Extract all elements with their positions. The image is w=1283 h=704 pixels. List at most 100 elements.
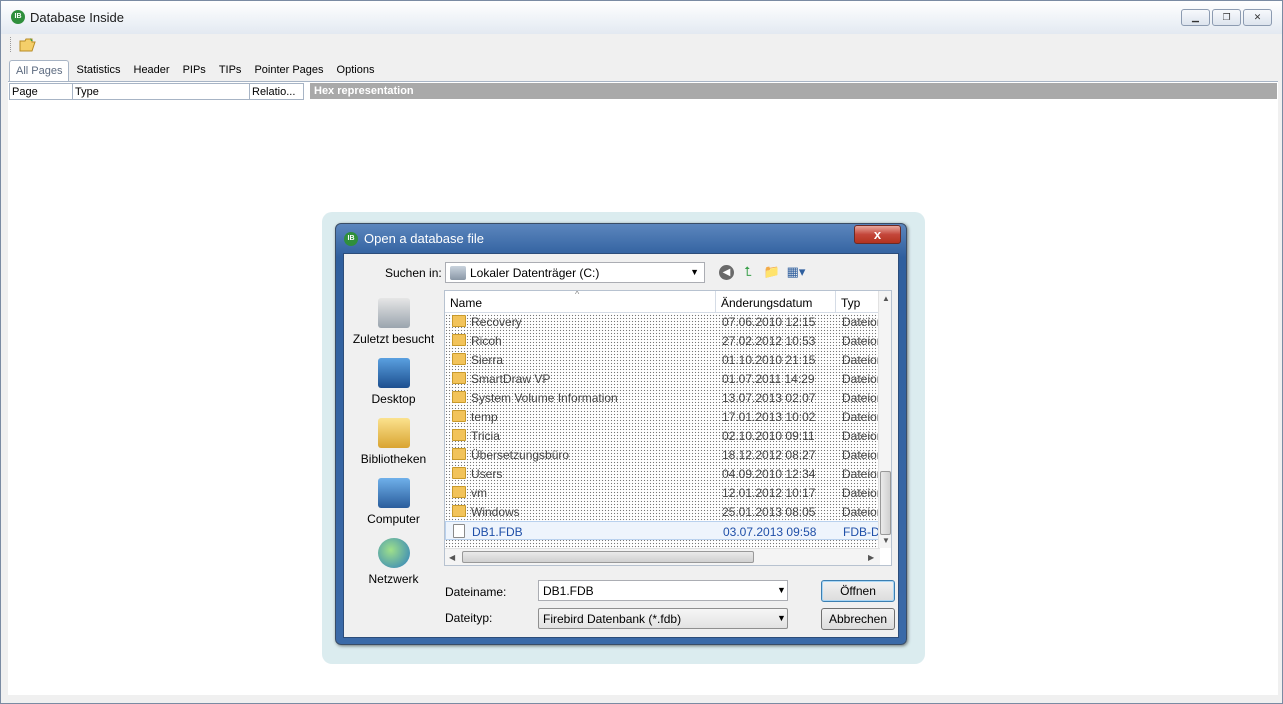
- scroll-left-icon[interactable]: ◀: [449, 553, 455, 562]
- file-type: Dateior: [842, 315, 880, 329]
- horizontal-scroll-thumb[interactable]: [462, 551, 754, 563]
- close-button[interactable]: ✕: [1243, 9, 1272, 26]
- folder-icon: [452, 334, 466, 346]
- folder-row[interactable]: Ricoh 27.02.2012 10:53 Dateior: [445, 331, 880, 350]
- tab-statistics[interactable]: Statistics: [69, 60, 126, 81]
- file-list: Name ^ Änderungsdatum Typ Recovery 07.06.…: [444, 290, 892, 566]
- open-button[interactable]: Öffnen: [821, 580, 895, 602]
- column-name-label: Name: [450, 296, 483, 310]
- folder-row[interactable]: temp 17.01.2013 10:02 Dateior: [445, 407, 880, 426]
- view-menu-icon[interactable]: ▦▾: [786, 263, 806, 281]
- file-type: Dateior: [842, 429, 880, 443]
- file-rows: Recovery 07.06.2010 12:15 Dateior Ricoh 27.0…: [445, 312, 881, 548]
- folder-row[interactable]: vm 12.01.2012 10:17 Dateior: [445, 483, 880, 502]
- libraries-icon: [377, 418, 410, 448]
- place-recent[interactable]: Zuletzt besucht: [347, 298, 440, 346]
- folder-row[interactable]: Recovery 07.06.2010 12:15 Dateior: [445, 312, 880, 331]
- sort-ascending-icon: ^: [575, 290, 580, 299]
- scroll-right-icon[interactable]: ▶: [868, 553, 874, 562]
- chevron-down-icon[interactable]: ▼: [690, 267, 699, 277]
- app-logo-icon: IB: [11, 10, 25, 24]
- place-label: Computer: [367, 512, 420, 526]
- computer-icon: [377, 478, 410, 508]
- file-type: Dateior: [842, 467, 880, 481]
- open-folder-icon[interactable]: [19, 37, 37, 52]
- places-bar: Zuletzt besucht Desktop Bibliotheken Com…: [347, 290, 440, 610]
- look-in-dropdown[interactable]: Lokaler Datenträger (C:) ▼: [445, 262, 705, 283]
- tab-tips[interactable]: TIPs: [212, 60, 248, 81]
- file-date: 18.12.2012 08:27: [722, 448, 816, 462]
- dialog-close-button[interactable]: x: [854, 225, 901, 244]
- file-date: 27.02.2012 10:53: [722, 334, 816, 348]
- pages-grid-header: Page Type Relatio...: [9, 83, 304, 100]
- file-date: 01.10.2010 21:15: [722, 353, 816, 367]
- tab-header[interactable]: Header: [127, 60, 176, 81]
- folder-row[interactable]: SmartDraw VP 01.07.2011 14:29 Dateior: [445, 369, 880, 388]
- folder-row[interactable]: Tricia 02.10.2010 09:11 Dateior: [445, 426, 880, 445]
- place-desktop[interactable]: Desktop: [347, 358, 440, 406]
- cancel-button[interactable]: Abbrechen: [821, 608, 895, 630]
- folder-row[interactable]: Users 04.09.2010 12:34 Dateior: [445, 464, 880, 483]
- file-type: Dateior: [842, 334, 880, 348]
- horizontal-scrollbar[interactable]: ◀ ▶: [445, 548, 880, 565]
- filetype-select[interactable]: Firebird Datenbank (*.fdb): [538, 608, 788, 629]
- file-date: 04.09.2010 12:34: [722, 467, 816, 481]
- column-page[interactable]: Page: [10, 84, 73, 99]
- place-label: Zuletzt besucht: [352, 332, 435, 346]
- file-date: 25.01.2013 08:05: [722, 505, 816, 519]
- title-bar[interactable]: IB Database Inside ▁ ❐ ✕: [1, 1, 1282, 34]
- toolbar-grip-icon[interactable]: [10, 37, 13, 52]
- tab-options[interactable]: Options: [330, 60, 381, 81]
- folder-row[interactable]: Übersetzungsbüro 18.12.2012 08:27 Dateior: [445, 445, 880, 464]
- folder-icon: [452, 353, 466, 365]
- dialog-body: Suchen in: Lokaler Datenträger (C:) ▼ ◀ …: [343, 253, 899, 638]
- file-type: Dateior: [842, 448, 880, 462]
- column-date[interactable]: Änderungsdatum: [716, 291, 836, 313]
- look-in-value: Lokaler Datenträger (C:): [470, 266, 600, 280]
- filetype-label: Dateityp:: [445, 611, 493, 625]
- up-folder-icon[interactable]: ⮤: [738, 263, 758, 281]
- column-type[interactable]: Typ: [836, 291, 880, 313]
- file-icon: [453, 524, 465, 538]
- file-list-header: Name ^ Änderungsdatum Typ: [445, 291, 880, 313]
- recent-places-icon: [377, 298, 410, 328]
- folder-icon: [452, 505, 466, 517]
- file-name: SmartDraw VP: [471, 372, 551, 386]
- hex-representation-header: Hex representation: [310, 83, 1277, 99]
- file-date: 17.01.2013 10:02: [722, 410, 816, 424]
- file-date: 01.07.2011 14:29: [722, 372, 815, 386]
- place-computer[interactable]: Computer: [347, 478, 440, 526]
- file-type: Dateior: [842, 353, 880, 367]
- folder-row[interactable]: System Volume Information 13.07.2013 02:0…: [445, 388, 880, 407]
- folder-row[interactable]: Windows 25.01.2013 08:05 Dateior: [445, 502, 880, 521]
- minimize-button[interactable]: ▁: [1181, 9, 1210, 26]
- new-folder-icon[interactable]: 📁: [762, 263, 782, 281]
- column-relation[interactable]: Relatio...: [250, 84, 303, 99]
- maximize-button[interactable]: ❐: [1212, 9, 1241, 26]
- tab-pips[interactable]: PIPs: [176, 60, 212, 81]
- window-title: Database Inside: [30, 10, 124, 25]
- scroll-up-icon[interactable]: ▲: [882, 294, 890, 303]
- file-date: 13.07.2013 02:07: [722, 391, 816, 405]
- place-network[interactable]: Netzwerk: [347, 538, 440, 586]
- tab-all-pages[interactable]: All Pages: [9, 60, 70, 81]
- tab-bar: All Pages Statistics Header PIPs TIPs Po…: [9, 60, 380, 81]
- tab-pointer-pages[interactable]: Pointer Pages: [247, 60, 329, 81]
- desktop-icon: [377, 358, 410, 388]
- vertical-scroll-thumb[interactable]: [880, 471, 891, 535]
- place-label: Desktop: [371, 392, 416, 406]
- file-date: 07.06.2010 12:15: [722, 315, 816, 329]
- column-type[interactable]: Type: [73, 84, 250, 99]
- dialog-logo-icon: IB: [344, 232, 358, 246]
- file-name: Sierra: [471, 353, 504, 367]
- folder-row[interactable]: Sierra 01.10.2010 21:15 Dateior: [445, 350, 880, 369]
- place-libraries[interactable]: Bibliotheken: [347, 418, 440, 466]
- file-row-selected[interactable]: DB1.FDB 03.07.2013 09:58 FDB-Da: [445, 521, 881, 540]
- folder-icon: [452, 467, 466, 479]
- file-name: Ricoh: [471, 334, 502, 348]
- filename-input[interactable]: DB1.FDB: [538, 580, 788, 601]
- column-name[interactable]: Name ^: [445, 291, 716, 313]
- vertical-scrollbar[interactable]: ▲ ▼: [878, 291, 891, 548]
- scroll-down-icon[interactable]: ▼: [882, 536, 890, 545]
- back-arrow-icon[interactable]: ◀: [719, 265, 734, 280]
